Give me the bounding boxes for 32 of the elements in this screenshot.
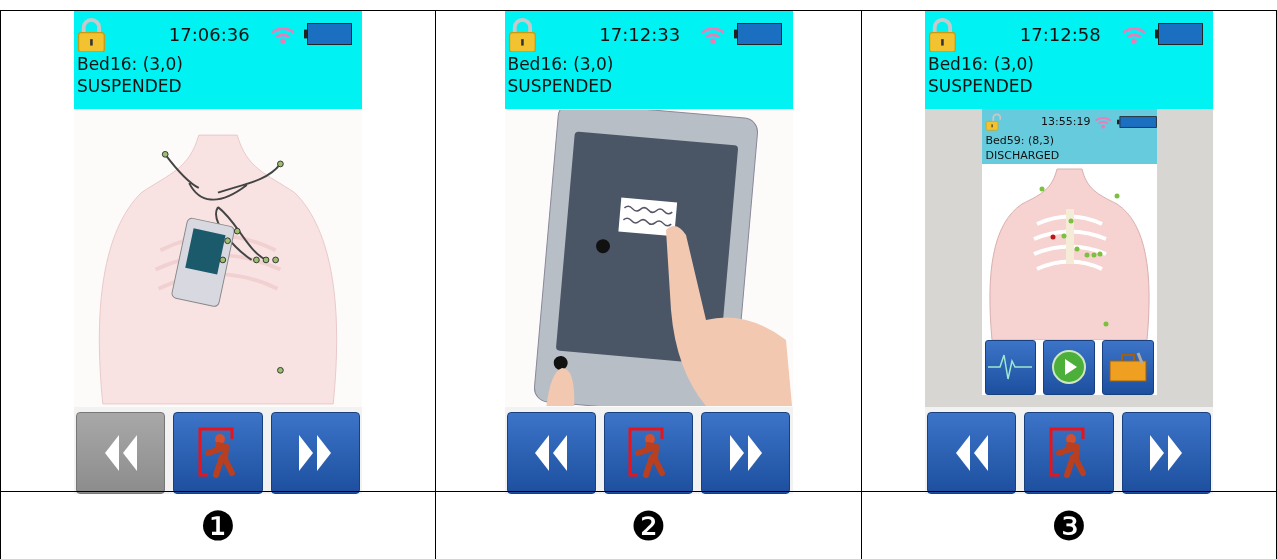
toolbox-button[interactable] — [1101, 339, 1154, 395]
clock-time: 17:12:58 — [1019, 23, 1101, 45]
step-number: ❷ — [630, 505, 667, 546]
step-number: ❸ — [1051, 505, 1087, 546]
bed-label: Bed16: (3,0) — [76, 53, 184, 75]
clock-time: 17:06:36 — [168, 23, 250, 45]
ecg-button[interactable] — [984, 339, 1037, 395]
play-icon — [1052, 350, 1086, 384]
exit-button[interactable] — [603, 412, 694, 494]
exit-door-icon — [1049, 425, 1089, 481]
bed-label: Bed16: (3,0) — [927, 53, 1035, 75]
back-button[interactable] — [927, 412, 1017, 494]
status-label: SUSPENDED — [506, 75, 614, 97]
clock-time: 17:12:33 — [599, 23, 681, 45]
battery-icon — [1154, 23, 1203, 45]
play-button[interactable] — [1043, 339, 1095, 395]
clock-time: 13:55:19 — [1041, 115, 1091, 128]
bed-label: Bed59: (8,3) — [984, 132, 1056, 148]
forward-button[interactable] — [1121, 412, 1211, 494]
battery-icon — [734, 23, 783, 45]
bed-label: Bed16: (3,0) — [506, 53, 615, 75]
step-number: ❶ — [200, 505, 236, 546]
battery-icon — [1116, 114, 1157, 129]
forward-button[interactable] — [701, 412, 791, 494]
status-label: SUSPENDED — [927, 75, 1034, 97]
toolbox-icon — [1107, 351, 1148, 383]
forward-button[interactable] — [270, 412, 360, 494]
status-label: DISCHARGED — [984, 147, 1061, 163]
status-label: SUSPENDED — [76, 75, 183, 97]
exit-door-icon — [198, 425, 238, 481]
back-button[interactable] — [506, 412, 596, 494]
battery-icon — [303, 23, 352, 45]
